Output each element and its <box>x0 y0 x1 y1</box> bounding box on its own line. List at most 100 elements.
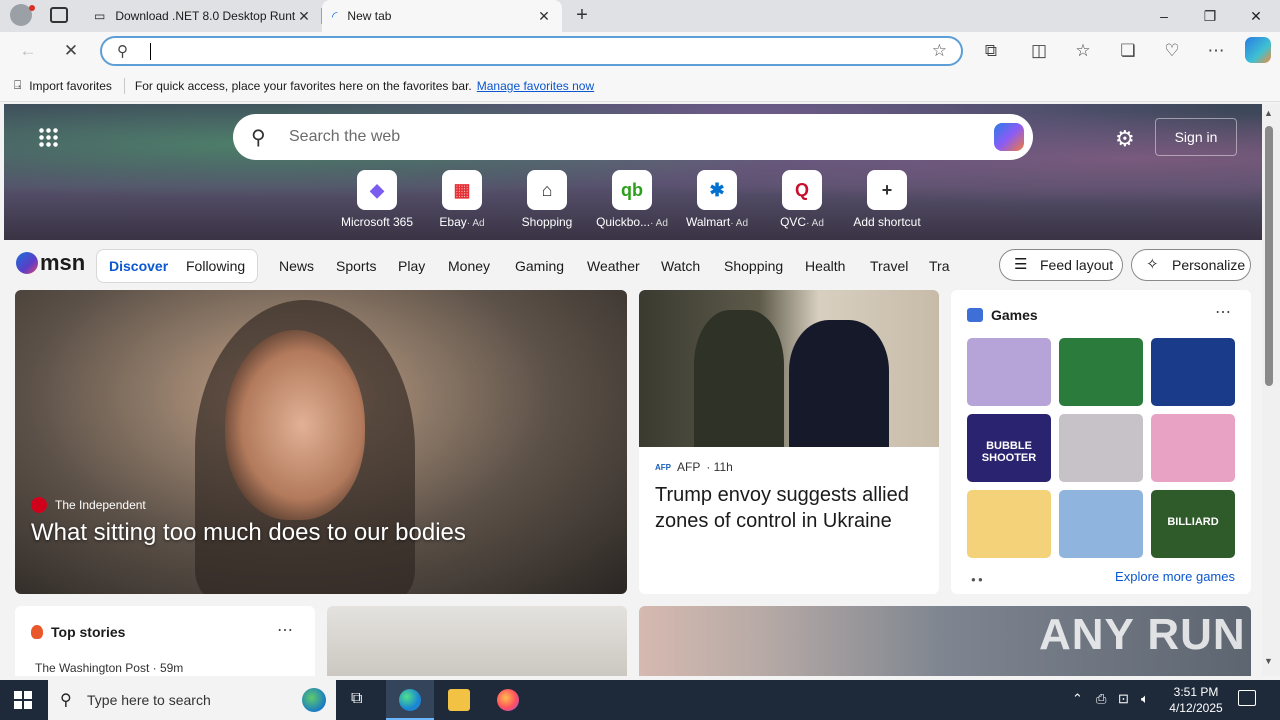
source-name: AFP <box>677 460 701 474</box>
games-icon <box>967 308 983 322</box>
scroll-down-icon[interactable]: ▼ <box>1264 656 1273 666</box>
block-puzzle-game-tile[interactable] <box>1151 338 1235 406</box>
firefox-icon <box>497 689 519 711</box>
favorites-icon[interactable]: ☆ <box>1072 40 1094 62</box>
windows-start-icon[interactable] <box>14 691 32 709</box>
task-view-button[interactable]: ⧉ <box>336 680 384 720</box>
copilot-icon[interactable] <box>1245 37 1271 63</box>
thief-puzzle-game-tile[interactable] <box>1059 490 1143 558</box>
taskbar-edge[interactable] <box>386 680 434 720</box>
makeup-game-tile[interactable] <box>967 338 1051 406</box>
shortcut-1[interactable]: ▦ Ebay· Ad <box>420 170 504 229</box>
shortcut-4[interactable]: ✱ Walmart· Ad <box>675 170 759 229</box>
nav-item-money[interactable]: Money <box>448 258 490 274</box>
address-bar[interactable]: ⚲ ☆ <box>100 36 963 66</box>
more-menu-icon[interactable]: ⋯ <box>1205 40 1227 62</box>
settings-gear-icon[interactable]: ⚙ <box>1115 126 1135 152</box>
collections-icon[interactable]: ❏ <box>1117 40 1139 62</box>
stop-loading-icon[interactable]: ✕ <box>60 40 82 62</box>
bubble-shooter-game-tile[interactable]: BUBBLE SHOOTER <box>967 414 1051 482</box>
action-center-icon[interactable] <box>1238 690 1256 706</box>
dress-up-game-tile[interactable] <box>1151 414 1235 482</box>
story-headline[interactable]: Trump envoy suggests allied zones of con… <box>655 482 927 534</box>
taskbar-firefox[interactable] <box>484 680 532 720</box>
profile-notification-dot <box>29 5 35 11</box>
nav-item-sports[interactable]: Sports <box>336 258 376 274</box>
network-icon[interactable]: ⊡ <box>1118 691 1129 707</box>
restore-button[interactable]: ❐ <box>1187 0 1233 32</box>
more-options-icon[interactable]: ⋯ <box>1215 302 1231 322</box>
scroll-up-icon[interactable]: ▲ <box>1264 108 1273 118</box>
browser-essentials-icon[interactable]: ♡ <box>1161 40 1183 62</box>
nav-item-tra[interactable]: Tra <box>929 258 949 274</box>
wide-story-card[interactable]: ANY RUN <box>639 606 1251 676</box>
shortcut-label: Shopping <box>521 215 573 229</box>
taskbar-file-explorer[interactable] <box>435 680 483 720</box>
nav-item-weather[interactable]: Weather <box>587 258 640 274</box>
manage-favorites-link[interactable]: Manage favorites now <box>477 79 594 93</box>
copilot-icon[interactable] <box>994 123 1024 151</box>
carousel-dots[interactable]: ● ● <box>971 575 983 584</box>
shortcut-label: Microsoft 365 <box>340 215 414 229</box>
system-clock[interactable]: 3:51 PM 4/12/2025 <box>1160 684 1232 716</box>
close-window-button[interactable]: ✕ <box>1233 0 1279 32</box>
close-tab-icon[interactable]: ✕ <box>536 8 552 25</box>
close-tab-icon[interactable]: ✕ <box>296 8 312 25</box>
tab-dotnet-download[interactable]: ▭ Download .NET 8.0 Desktop Runt ✕ <box>84 0 322 32</box>
afp-logo-icon: AFP <box>655 462 671 472</box>
hospital-game-tile[interactable] <box>1059 414 1143 482</box>
nav-item-shopping[interactable]: Shopping <box>724 258 783 274</box>
msn-logo-text: msn <box>40 250 86 275</box>
shortcut-2[interactable]: ⌂ Shopping <box>505 170 589 229</box>
tab-actions-icon[interactable] <box>50 7 68 23</box>
clock-time: 3:51 PM <box>1173 685 1219 699</box>
shortcut-0[interactable]: ◆ Microsoft 365 <box>335 170 419 229</box>
page-scrollbar[interactable]: ▲ ▼ <box>1262 104 1280 676</box>
top-stories-card: Top stories ⋯ The Washington Post · 59m <box>15 606 315 676</box>
shiba-game-tile[interactable] <box>967 490 1051 558</box>
tab-discover[interactable]: Discover <box>109 258 168 274</box>
new-tab-button[interactable]: + <box>570 4 594 28</box>
volume-icon[interactable]: 🔈︎ <box>1141 691 1149 707</box>
nav-item-news[interactable]: News <box>279 258 314 274</box>
story-source[interactable]: The Washington Post · 59m <box>35 661 183 675</box>
jewel-match-game-tile[interactable] <box>1059 338 1143 406</box>
trucks-story-card[interactable] <box>327 606 627 676</box>
lead-story-card[interactable]: The Independent What sitting too much do… <box>15 290 627 594</box>
tab-new-tab[interactable]: ◜ New tab ✕ <box>322 0 562 32</box>
import-favorites-button[interactable]: ⍈ Import favorites <box>14 78 112 93</box>
text-cursor <box>150 43 151 60</box>
msn-logo[interactable]: msn <box>16 250 85 276</box>
sign-in-button[interactable]: Sign in <box>1155 118 1237 156</box>
feed-layout-button[interactable]: ☰ Feed layout <box>999 249 1123 281</box>
scroll-thumb[interactable] <box>1265 126 1273 386</box>
nav-item-gaming[interactable]: Gaming <box>515 258 564 274</box>
lead-headline[interactable]: What sitting too much does to our bodies <box>31 519 466 547</box>
story-card[interactable]: AFP AFP · 11h Trump envoy suggests allie… <box>639 290 939 594</box>
split-screen-icon[interactable]: ◫ <box>1028 40 1050 62</box>
nav-item-watch[interactable]: Watch <box>661 258 700 274</box>
more-options-icon[interactable]: ⋯ <box>277 620 293 640</box>
shortcut-5[interactable]: Q QVC· Ad <box>760 170 844 229</box>
minimize-button[interactable]: – <box>1141 0 1187 32</box>
shortcut-6[interactable]: + Add shortcut <box>845 170 929 229</box>
8ball-billiard-game-tile[interactable]: BILLIARD <box>1151 490 1235 558</box>
back-arrow-icon[interactable]: ← <box>17 40 39 62</box>
tab-strip: ▭ Download .NET 8.0 Desktop Runt ✕ ◜ New… <box>0 0 1280 32</box>
meet-now-icon[interactable]: ⎙ <box>1096 691 1106 707</box>
tab-title: Download .NET 8.0 Desktop Runt <box>115 9 296 23</box>
favorite-star-icon[interactable]: ☆ <box>932 41 947 61</box>
extensions-icon[interactable]: ⧉ <box>980 40 1002 62</box>
personalize-button[interactable]: ✧ Personalize <box>1131 249 1251 281</box>
taskbar-search[interactable]: ⚲ Type here to search <box>48 680 336 720</box>
nav-item-play[interactable]: Play <box>398 258 425 274</box>
web-search-box[interactable]: ⚲ Search the web <box>233 114 1033 160</box>
nav-item-travel[interactable]: Travel <box>870 258 908 274</box>
story-meta: AFP AFP · 11h <box>655 460 733 474</box>
app-launcher-icon[interactable] <box>38 127 58 147</box>
tab-following[interactable]: Following <box>186 258 245 274</box>
tray-chevron-icon[interactable]: ⌃ <box>1072 691 1083 707</box>
shortcut-3[interactable]: qb Quickbo...· Ad <box>590 170 674 229</box>
nav-item-health[interactable]: Health <box>805 258 845 274</box>
explore-more-games-link[interactable]: Explore more games <box>1115 569 1235 584</box>
